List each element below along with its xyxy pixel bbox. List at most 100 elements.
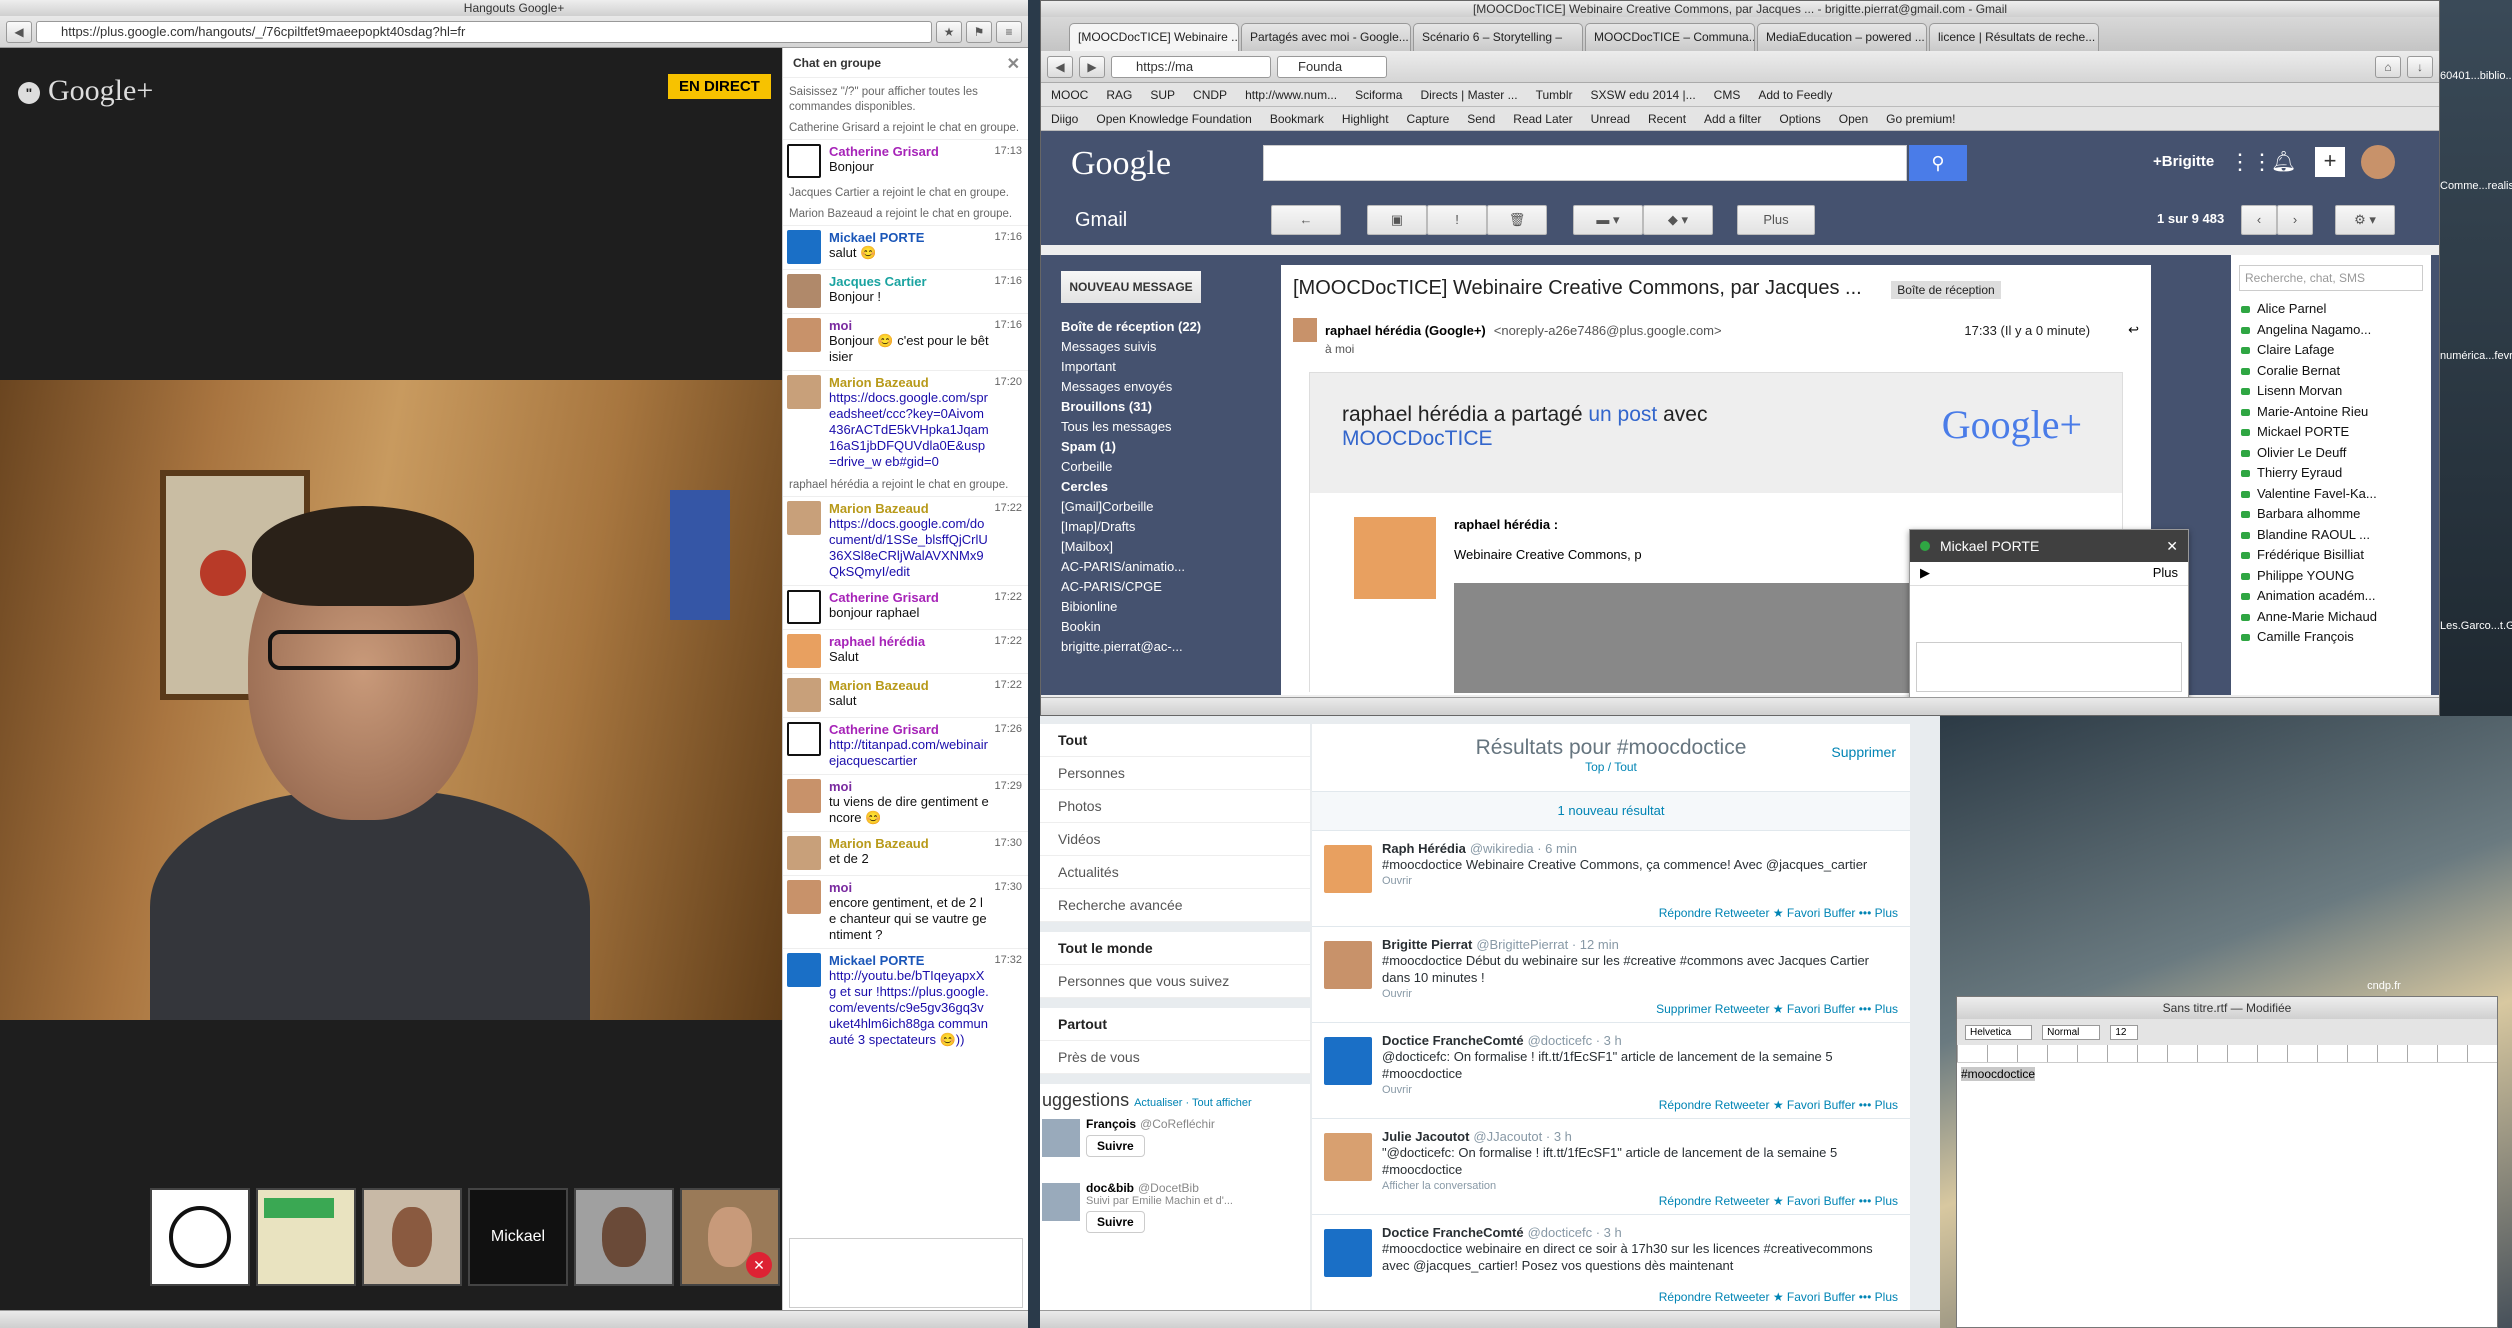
twitter-nav-item[interactable]: Tout le monde — [1040, 932, 1310, 965]
back-to-inbox-button[interactable]: ← — [1271, 205, 1341, 235]
toolbar-item[interactable]: Open Knowledge Foundation — [1096, 112, 1251, 126]
bookmark-item[interactable]: http://www.num... — [1245, 88, 1337, 102]
notification-icon[interactable]: 🔔︎ — [2271, 149, 2296, 174]
message-author[interactable]: Marion Bazeaud — [829, 678, 990, 693]
close-icon[interactable]: ✕ — [1007, 54, 1020, 74]
message-author[interactable]: moi — [829, 880, 990, 895]
more-button[interactable]: Plus — [1737, 205, 1815, 235]
folder-item[interactable]: Cercles — [1061, 477, 1301, 497]
desktop-file[interactable]: cndp.fr — [2350, 980, 2418, 992]
toolbar-item[interactable]: Add a filter — [1704, 112, 1761, 126]
message-text[interactable]: http://titanpad.com/webinairejacquescart… — [829, 737, 990, 769]
tweet[interactable]: Julie Jacoutot @JJacoutot · 3 h "@docticef… — [1312, 1118, 1910, 1214]
message-author[interactable]: Catherine Grisard — [829, 590, 990, 605]
participant-thumb[interactable] — [362, 1188, 462, 1286]
follow-button[interactable]: Suivre — [1086, 1211, 1145, 1233]
toolbar-item[interactable]: Read Later — [1513, 112, 1572, 126]
archive-button[interactable]: ▣ — [1367, 205, 1427, 235]
bookmark-item[interactable]: MOOC — [1051, 88, 1088, 102]
avatar[interactable] — [2361, 145, 2395, 179]
folder-item[interactable]: AC-PARIS/CPGE — [1061, 577, 1301, 597]
desktop-file[interactable]: Comme...realis... — [2440, 180, 2512, 192]
download-icon[interactable]: ↓ — [2407, 55, 2433, 78]
bookmark-item[interactable]: SXSW edu 2014 |... — [1590, 88, 1695, 102]
tweet[interactable]: Raph Hérédia @wikiredia · 6 min #moocdocti… — [1312, 830, 1910, 926]
message-author[interactable]: moi — [829, 318, 990, 333]
twitter-nav-item[interactable]: Personnes que vous suivez — [1040, 965, 1310, 998]
participant-thumb[interactable] — [574, 1188, 674, 1286]
contacts-search-input[interactable]: Recherche, chat, SMS — [2239, 265, 2423, 291]
tweet-actions[interactable]: Répondre Retweeter ★ Favori Buffer ••• P… — [1659, 1194, 1898, 1208]
move-button[interactable]: ▬ ▾ — [1573, 205, 1643, 235]
compose-button[interactable]: NOUVEAU MESSAGE — [1061, 271, 1201, 303]
post-link[interactable]: un post — [1588, 403, 1657, 426]
spam-button[interactable]: ! — [1427, 205, 1487, 235]
message-author[interactable]: Marion Bazeaud — [829, 375, 990, 390]
message-text[interactable]: http://youtu.be/bTIqeyapxXg et sur !http… — [829, 968, 990, 1048]
folder-item[interactable]: Spam (1) — [1061, 437, 1301, 457]
contact-item[interactable]: Frédérique Bisilliat — [2231, 545, 2431, 566]
avatar[interactable] — [1324, 941, 1372, 989]
toolbar-item[interactable]: Highlight — [1342, 112, 1389, 126]
contact-item[interactable]: Valentine Favel-Ka... — [2231, 484, 2431, 505]
contact-item[interactable]: Coralie Bernat — [2231, 361, 2431, 382]
back-button[interactable]: ◀ — [1047, 55, 1073, 78]
chat-popup-header[interactable]: Mickael PORTE ✕ — [1910, 530, 2188, 562]
folder-item[interactable]: Tous les messages — [1061, 417, 1301, 437]
browser-tab[interactable]: MediaEducation – powered ... — [1757, 23, 1927, 51]
share-button[interactable]: + — [2315, 147, 2345, 177]
browser-tab[interactable]: Scénario 6 – Storytelling – — [1413, 23, 1583, 51]
tweet-actions[interactable]: Répondre Retweeter ★ Favori Buffer ••• P… — [1659, 906, 1898, 920]
participant-thumb[interactable] — [256, 1188, 356, 1286]
contact-item[interactable]: Anne-Marie Michaud — [2231, 607, 2431, 628]
message-text[interactable]: https://docs.google.com/spreadsheet/ccc?… — [829, 390, 990, 470]
bookmark-item[interactable]: Directs | Master ... — [1420, 88, 1517, 102]
results-filter[interactable]: Top / Tout — [1312, 760, 1910, 774]
toolbar-item[interactable]: Recent — [1648, 112, 1686, 126]
avatar[interactable] — [1324, 1133, 1372, 1181]
message-author[interactable]: moi — [829, 779, 990, 794]
tweet-expand[interactable]: Afficher la conversation — [1382, 1180, 1900, 1192]
tweet-author[interactable]: Doctice FrancheComté — [1382, 1033, 1524, 1048]
toolbar-item[interactable]: Diigo — [1051, 112, 1078, 126]
contact-item[interactable]: Mickael PORTE — [2231, 422, 2431, 443]
contact-item[interactable]: Alice Parnel — [2231, 299, 2431, 320]
font-select[interactable]: Helvetica — [1965, 1024, 2033, 1040]
bookmark-item[interactable]: CNDP — [1193, 88, 1227, 102]
message-author[interactable]: raphael hérédia — [829, 634, 990, 649]
folder-item[interactable]: Corbeille — [1061, 457, 1301, 477]
tweet-actions[interactable]: Supprimer Retweeter ★ Favori Buffer ••• … — [1656, 1002, 1898, 1016]
tweet[interactable]: Brigitte Pierrat @BrigittePierrat · 12 mi… — [1312, 926, 1910, 1022]
participant-thumb[interactable]: ✕ — [680, 1188, 780, 1286]
chat-popup-input[interactable] — [1916, 642, 2182, 692]
style-select[interactable]: Normal — [2042, 1024, 2101, 1040]
close-icon[interactable]: ✕ — [2166, 530, 2178, 562]
folder-item[interactable]: Brouillons (31) — [1061, 397, 1301, 417]
twitter-nav-item[interactable]: Photos — [1040, 790, 1310, 823]
folder-item[interactable]: AC-PARIS/animatio... — [1061, 557, 1301, 577]
message-author[interactable]: Mickael PORTE — [829, 953, 990, 968]
suggestion-name[interactable]: doc&bib @DocetBib — [1086, 1181, 1310, 1195]
prev-icon[interactable]: ‹ — [2241, 205, 2277, 235]
browser-tab[interactable]: licence | Résultats de reche... — [1929, 23, 2099, 51]
apps-icon[interactable]: ⋮⋮ — [2229, 149, 2273, 175]
twitter-nav-item[interactable]: Près de vous — [1040, 1041, 1310, 1074]
folder-item[interactable]: Boîte de réception (22) — [1061, 317, 1301, 337]
contact-item[interactable]: Animation académ... — [2231, 586, 2431, 607]
desktop-file[interactable]: 60401...biblio...la — [2440, 70, 2512, 82]
folder-item[interactable]: Bookin — [1061, 617, 1301, 637]
twitter-nav-item[interactable]: Personnes — [1040, 757, 1310, 790]
contact-item[interactable]: Angelina Nagamo... — [2231, 320, 2431, 341]
contact-item[interactable]: Philippe YOUNG — [2231, 566, 2431, 587]
extension-icon[interactable]: ⚑ — [966, 20, 992, 43]
browser-tab[interactable]: MOOCDocTICE – Communa... — [1585, 23, 1755, 51]
gmail-label[interactable]: Gmail — [1075, 209, 1127, 232]
tweet-author[interactable]: Raph Hérédia — [1382, 841, 1466, 856]
twitter-nav-item[interactable]: Tout — [1040, 724, 1310, 757]
size-select[interactable]: 12 — [2110, 1024, 2138, 1040]
message-author[interactable]: Marion Bazeaud — [829, 501, 990, 516]
new-result-bar[interactable]: 1 nouveau résultat — [1312, 792, 1910, 830]
bookmark-item[interactable]: Tumblr — [1536, 88, 1573, 102]
message-author[interactable]: Catherine Grisard — [829, 144, 990, 159]
bookmark-item[interactable]: RAG — [1106, 88, 1132, 102]
